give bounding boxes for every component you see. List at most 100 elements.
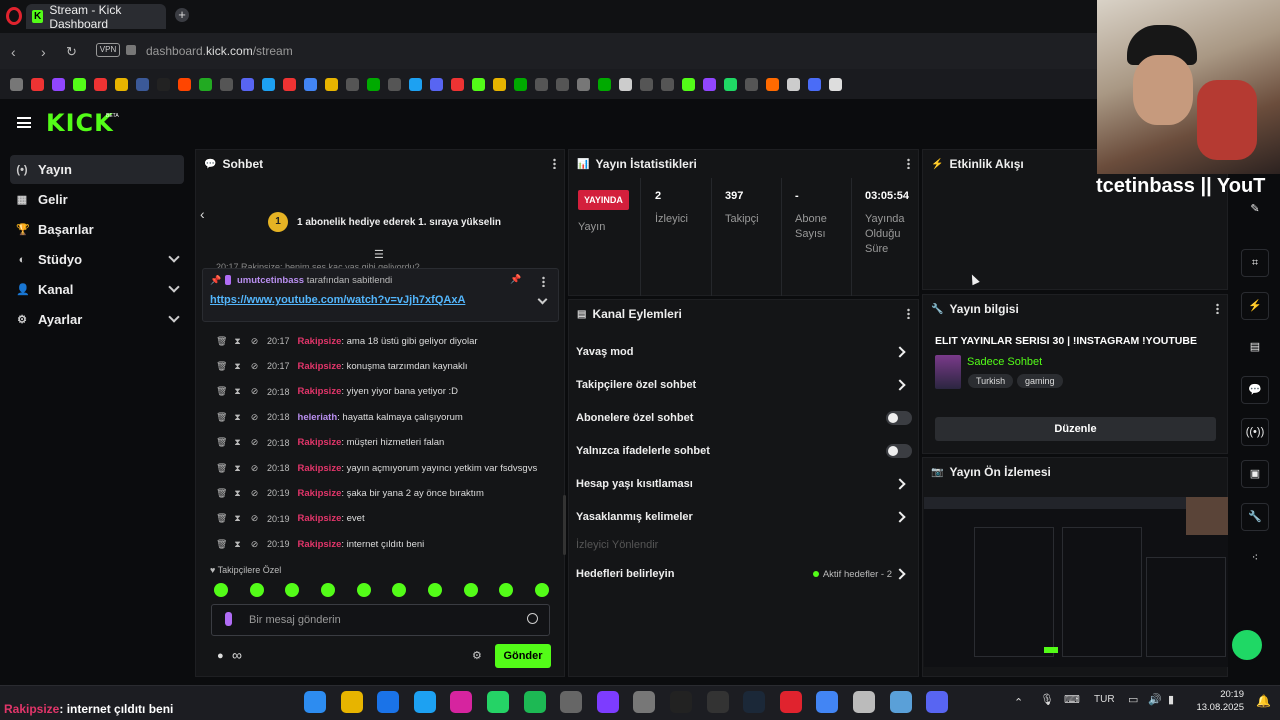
- bookmark-icon[interactable]: [493, 77, 506, 91]
- bookmark-icon[interactable]: [136, 77, 149, 91]
- message-user[interactable]: heleriath: [298, 412, 338, 423]
- bookmark-icon[interactable]: [556, 77, 569, 91]
- sidebar-item-ayarlar[interactable]: ⚙ Ayarlar: [10, 305, 184, 334]
- tag-pill[interactable]: Turkish: [968, 374, 1014, 388]
- message-user[interactable]: Rakipsize: [298, 539, 342, 550]
- bookmark-icon[interactable]: [829, 77, 842, 91]
- delete-icon[interactable]: 🗑: [216, 361, 227, 372]
- ban-icon[interactable]: ⊘: [250, 463, 259, 474]
- lock-icon[interactable]: [126, 45, 136, 55]
- new-tab-button[interactable]: +: [175, 8, 189, 22]
- message-user[interactable]: Rakipsize: [298, 513, 342, 524]
- start-icon[interactable]: [304, 691, 326, 713]
- delete-icon[interactable]: 🗑: [216, 463, 227, 474]
- bookmark-icon[interactable]: [178, 77, 191, 91]
- delete-icon[interactable]: 🗑: [216, 386, 227, 397]
- ban-icon[interactable]: ⊘: [250, 336, 259, 347]
- gift-promo-text[interactable]: 1 abonelik hediye ederek 1. sıraya yükse…: [297, 217, 501, 228]
- battery-icon[interactable]: ▮: [1168, 693, 1174, 706]
- ban-icon[interactable]: ⊘: [250, 488, 259, 499]
- bookmark-icon[interactable]: [472, 77, 485, 91]
- ban-icon[interactable]: ⊘: [250, 513, 259, 524]
- bookmark-icon[interactable]: [157, 77, 170, 91]
- outlook-icon[interactable]: [377, 691, 400, 713]
- emote-icon[interactable]: [249, 583, 264, 597]
- more-options-icon[interactable]: [553, 158, 556, 169]
- action-account-age[interactable]: Hesap yaşı kısıtlaması: [576, 468, 912, 500]
- bookmark-icon[interactable]: [73, 77, 86, 91]
- opera-icon[interactable]: [779, 691, 802, 713]
- chat-message[interactable]: 🗑 ⧗ ⊘ 20:17 Rakipsize: ama 18 üstü gibi geli…: [216, 330, 478, 352]
- pinned-more-icon[interactable]: [542, 276, 545, 287]
- more-options-icon[interactable]: [907, 308, 910, 319]
- action-set-goals[interactable]: Hedefleri belirleyin Aktif hedefler - 2: [576, 558, 912, 590]
- emote-icon[interactable]: [534, 583, 549, 597]
- language-indicator[interactable]: TUR: [1094, 694, 1115, 705]
- chevron-down-icon[interactable]: [168, 251, 180, 263]
- filter-icon[interactable]: ☰: [374, 248, 384, 261]
- url-field[interactable]: dashboard.kick.com/stream: [146, 44, 293, 58]
- broadcast-rail-icon[interactable]: ((•)): [1241, 418, 1269, 446]
- bookmark-icon[interactable]: [640, 77, 653, 91]
- chevron-down-icon[interactable]: [168, 311, 180, 323]
- delete-icon[interactable]: 🗑: [216, 336, 227, 347]
- emote-icon[interactable]: [285, 583, 300, 597]
- sidebar-item-studyo[interactable]: ◐ Stüdyo: [10, 245, 184, 274]
- tray-chevron-up-icon[interactable]: ⌃: [1014, 696, 1023, 709]
- message-user[interactable]: Rakipsize: [298, 361, 342, 372]
- bookmark-icon[interactable]: [451, 77, 464, 91]
- epic-games-icon[interactable]: [706, 691, 729, 713]
- dots-icon[interactable]: ⁖: [1241, 545, 1269, 573]
- lightning-rail-icon[interactable]: ⚡: [1241, 292, 1269, 320]
- reload-icon[interactable]: ↻: [66, 44, 77, 60]
- timeout-icon[interactable]: ⧗: [233, 336, 242, 347]
- document-icon[interactable]: ▤: [1241, 334, 1269, 362]
- mouse-app-icon[interactable]: [853, 691, 875, 713]
- network-icon[interactable]: ▭: [1128, 693, 1138, 706]
- timeout-icon[interactable]: ⧗: [233, 463, 242, 474]
- wrench-rail-icon[interactable]: 🔧: [1241, 503, 1269, 531]
- vpn-badge[interactable]: VPN: [96, 43, 120, 57]
- bookmark-icon[interactable]: [745, 77, 758, 91]
- message-user[interactable]: Rakipsize: [298, 437, 342, 448]
- steam-icon[interactable]: [743, 691, 766, 713]
- edit-button[interactable]: Düzenle: [935, 417, 1216, 441]
- message-user[interactable]: Rakipsize: [298, 463, 342, 474]
- message-user[interactable]: Rakipsize: [298, 488, 342, 499]
- timeout-icon[interactable]: ⧗: [233, 513, 242, 524]
- bookmark-icon[interactable]: [619, 77, 632, 91]
- chat-scrollbar[interactable]: [563, 495, 566, 555]
- bookmark-icon[interactable]: [262, 77, 275, 91]
- bookmark-icon[interactable]: [241, 77, 254, 91]
- chat-message[interactable]: 🗑 ⧗ ⊘ 20:18 heleriath: hayatta kalmaya çalış…: [216, 406, 463, 428]
- chat-message[interactable]: 🗑 ⧗ ⊘ 20:18 Rakipsize: yiyen yiyor bana yeti…: [216, 381, 458, 403]
- ban-icon[interactable]: ⊘: [250, 386, 259, 397]
- action-followers-only[interactable]: Takipçilere özel sohbet: [576, 369, 912, 401]
- ban-icon[interactable]: ⊘: [250, 437, 259, 448]
- bookmark-icon[interactable]: [661, 77, 674, 91]
- support-chat-icon[interactable]: [1229, 627, 1265, 663]
- back-icon[interactable]: ‹: [11, 44, 16, 60]
- layout-icon[interactable]: ▣: [1241, 460, 1269, 488]
- bookmark-icon[interactable]: [409, 77, 422, 91]
- send-button[interactable]: Gönder: [495, 644, 551, 668]
- emote-icon[interactable]: [499, 583, 514, 597]
- timeout-icon[interactable]: ⧗: [233, 488, 242, 499]
- bookmark-icon[interactable]: [514, 77, 527, 91]
- chat-message[interactable]: 🗑 ⧗ ⊘ 20:17 Rakipsize: konuşma tarzımdan kay…: [216, 355, 468, 377]
- stream-preview-video[interactable]: [924, 497, 1228, 667]
- delete-icon[interactable]: 🗑: [216, 437, 227, 448]
- opera-logo-icon[interactable]: [6, 7, 22, 25]
- emote-icon[interactable]: [214, 583, 228, 597]
- bookmark-icon[interactable]: [388, 77, 401, 91]
- explorer-icon[interactable]: [340, 691, 363, 713]
- pinned-link[interactable]: https://www.youtube.com/watch?v=vJjh7xfQ…: [210, 294, 465, 306]
- bookmark-icon[interactable]: [430, 77, 443, 91]
- bookmark-icon[interactable]: [787, 77, 800, 91]
- emote-only-toggle[interactable]: [886, 444, 912, 458]
- ban-icon[interactable]: ⊘: [250, 412, 259, 423]
- emote-icon[interactable]: [427, 583, 442, 597]
- bookmark-icon[interactable]: [703, 77, 716, 91]
- discord-icon[interactable]: [926, 691, 949, 713]
- chat-message[interactable]: 🗑 ⧗ ⊘ 20:19 Rakipsize: şaka bir yana 2 ay ön…: [216, 482, 484, 504]
